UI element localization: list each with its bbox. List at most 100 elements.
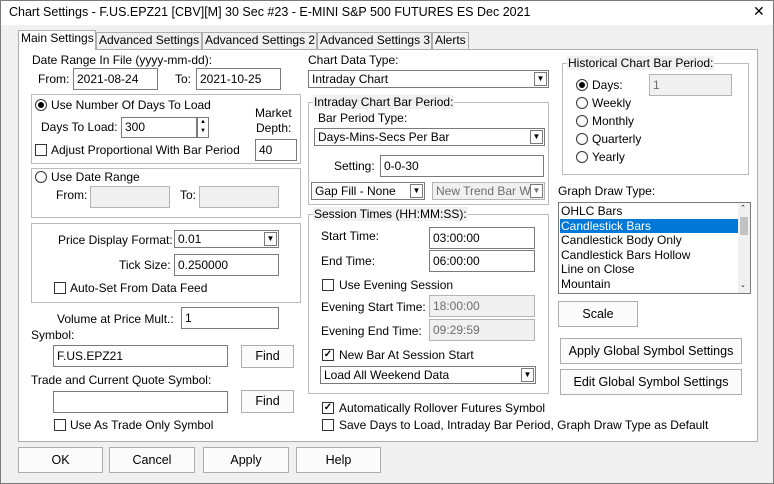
from-date-field[interactable]: 2021-08-24 bbox=[73, 68, 158, 90]
scrollbar[interactable]: ⌃ ⌄ bbox=[738, 203, 750, 293]
use-days-radio[interactable] bbox=[35, 99, 47, 111]
list-item[interactable]: Mountain bbox=[560, 277, 738, 291]
auto-set-label: Auto-Set From Data Feed bbox=[70, 281, 208, 295]
close-icon[interactable]: ✕ bbox=[753, 4, 765, 18]
tab-advanced-settings-3[interactable]: Advanced Settings 3 bbox=[317, 32, 432, 49]
price-format-select[interactable]: 0.01 ▼ bbox=[174, 230, 279, 248]
evening-end-field[interactable]: 09:29:59 bbox=[429, 319, 535, 341]
graph-draw-type-list[interactable]: OHLC Bars Candlestick Bars Candlestick B… bbox=[558, 202, 751, 294]
bar-period-type-label: Bar Period Type: bbox=[318, 111, 408, 125]
symbol-field[interactable]: F.US.EPZ21 bbox=[53, 345, 228, 367]
days-label: Days: bbox=[592, 78, 623, 92]
list-item[interactable]: Line on Close bbox=[560, 262, 738, 276]
to-date-field[interactable]: 2021-10-25 bbox=[196, 68, 281, 90]
adjust-proportional-label: Adjust Proportional With Bar Period bbox=[51, 143, 240, 157]
market-depth-label-2: Depth: bbox=[256, 121, 292, 135]
quarterly-radio[interactable] bbox=[576, 133, 588, 145]
price-format-label: Price Display Format: bbox=[58, 233, 173, 247]
tab-advanced-settings[interactable]: Advanced Settings bbox=[96, 32, 202, 49]
end-time-label: End Time: bbox=[321, 254, 376, 268]
weekly-label: Weekly bbox=[592, 96, 632, 110]
trade-only-label: Use As Trade Only Symbol bbox=[70, 418, 214, 432]
evening-start-field[interactable]: 18:00:00 bbox=[429, 295, 535, 317]
end-time-field[interactable]: 06:00:00 bbox=[429, 250, 535, 272]
use-evening-label: Use Evening Session bbox=[339, 278, 454, 292]
evening-end-label: Evening End Time: bbox=[321, 324, 422, 338]
list-item[interactable]: Candlestick Body Only bbox=[560, 233, 738, 247]
chevron-down-icon[interactable]: ⌄ bbox=[740, 282, 746, 290]
tick-size-field[interactable]: 0.250000 bbox=[174, 254, 279, 276]
ok-button[interactable]: OK bbox=[18, 447, 103, 473]
days-radio[interactable] bbox=[576, 79, 588, 91]
use-date-range-radio[interactable] bbox=[35, 171, 47, 183]
bar-period-type-select[interactable]: Days-Mins-Secs Per Bar ▼ bbox=[314, 128, 545, 146]
setting-label: Setting: bbox=[334, 159, 375, 173]
date-range-to-field[interactable] bbox=[199, 186, 279, 208]
price-format-value: 0.01 bbox=[178, 232, 202, 246]
list-item[interactable]: OHLC Bars bbox=[560, 204, 738, 218]
new-bar-label: New Bar At Session Start bbox=[339, 348, 474, 362]
tab-main-settings[interactable]: Main Settings bbox=[18, 30, 96, 50]
new-trend-value: New Trend Bar Wi bbox=[436, 184, 534, 198]
gap-fill-value: Gap Fill - None bbox=[315, 184, 396, 198]
setting-field[interactable]: 0-0-30 bbox=[380, 155, 544, 177]
days-to-load-label: Days To Load: bbox=[41, 120, 118, 134]
yearly-radio[interactable] bbox=[576, 151, 588, 163]
chevron-down-icon: ▼ bbox=[521, 368, 534, 382]
apply-global-symbol-settings-button[interactable]: Apply Global Symbol Settings bbox=[560, 338, 742, 364]
find-trade-symbol-button[interactable]: Find bbox=[241, 390, 294, 413]
use-evening-checkbox[interactable] bbox=[322, 279, 334, 291]
monthly-radio[interactable] bbox=[576, 115, 588, 127]
scrollbar-thumb[interactable] bbox=[740, 217, 748, 235]
date-range-label: Date Range In File (yyyy-mm-dd): bbox=[32, 53, 213, 67]
to-label: To: bbox=[175, 72, 192, 86]
weekly-radio[interactable] bbox=[576, 97, 588, 109]
date-range-from-label: From: bbox=[56, 188, 88, 202]
auto-rollover-label: Automatically Rollover Futures Symbol bbox=[339, 401, 546, 415]
save-default-checkbox[interactable] bbox=[322, 419, 334, 431]
trade-symbol-field[interactable] bbox=[53, 391, 228, 413]
apply-button[interactable]: Apply bbox=[203, 447, 289, 473]
date-range-from-field[interactable] bbox=[90, 186, 170, 208]
days-field[interactable]: 1 bbox=[649, 74, 732, 96]
scale-button[interactable]: Scale bbox=[558, 301, 638, 327]
chevron-up-icon[interactable]: ⌃ bbox=[740, 205, 746, 213]
weekend-data-select[interactable]: Load All Weekend Data ▼ bbox=[320, 366, 536, 384]
new-bar-checkbox[interactable]: ✓ bbox=[322, 349, 334, 361]
start-time-field[interactable]: 03:00:00 bbox=[429, 227, 535, 249]
find-symbol-button[interactable]: Find bbox=[241, 345, 294, 368]
title-bar: Chart Settings - F.US.EPZ21 [CBV][M] 30 … bbox=[1, 1, 773, 25]
tab-advanced-settings-2[interactable]: Advanced Settings 2 bbox=[202, 32, 317, 49]
chart-type-select[interactable]: Intraday Chart ▼ bbox=[308, 70, 549, 88]
cancel-button[interactable]: Cancel bbox=[109, 447, 195, 473]
market-depth-field[interactable]: 40 bbox=[255, 139, 297, 161]
session-times-label: Session Times (HH:MM:SS): bbox=[313, 207, 468, 221]
vap-field[interactable]: 1 bbox=[181, 307, 279, 329]
monthly-label: Monthly bbox=[592, 114, 635, 128]
tab-alerts[interactable]: Alerts bbox=[432, 32, 469, 49]
gap-fill-select[interactable]: Gap Fill - None ▼ bbox=[311, 182, 425, 200]
use-days-label: Use Number Of Days To Load bbox=[51, 98, 211, 112]
symbol-label: Symbol: bbox=[31, 328, 75, 342]
days-to-load-field[interactable]: 300 bbox=[121, 117, 197, 138]
chevron-down-icon: ▼ bbox=[534, 72, 547, 86]
adjust-proportional-checkbox[interactable] bbox=[35, 144, 47, 156]
auto-set-checkbox[interactable] bbox=[54, 282, 66, 294]
list-item[interactable]: Candlestick Bars Hollow bbox=[560, 248, 738, 262]
edit-global-symbol-settings-button[interactable]: Edit Global Symbol Settings bbox=[560, 369, 742, 395]
intraday-group-label: Intraday Chart Bar Period: bbox=[313, 95, 455, 109]
help-button[interactable]: Help bbox=[296, 447, 381, 473]
new-trend-select[interactable]: New Trend Bar Wi ▼ bbox=[432, 182, 545, 200]
yearly-label: Yearly bbox=[592, 150, 625, 164]
from-label: From: bbox=[38, 72, 70, 86]
date-range-to-label: To: bbox=[180, 188, 197, 202]
tick-size-label: Tick Size: bbox=[119, 258, 171, 272]
days-spinner[interactable]: ▲ ▼ bbox=[197, 117, 209, 138]
vap-label: Volume at Price Mult.: bbox=[57, 312, 174, 326]
chevron-down-icon: ▼ bbox=[410, 184, 423, 198]
window-title: Chart Settings - F.US.EPZ21 [CBV][M] 30 … bbox=[9, 5, 531, 19]
trade-only-checkbox[interactable] bbox=[54, 419, 66, 431]
auto-rollover-checkbox[interactable]: ✓ bbox=[322, 402, 334, 414]
market-depth-label: Market bbox=[255, 106, 292, 120]
list-item-selected[interactable]: Candlestick Bars bbox=[560, 219, 738, 233]
